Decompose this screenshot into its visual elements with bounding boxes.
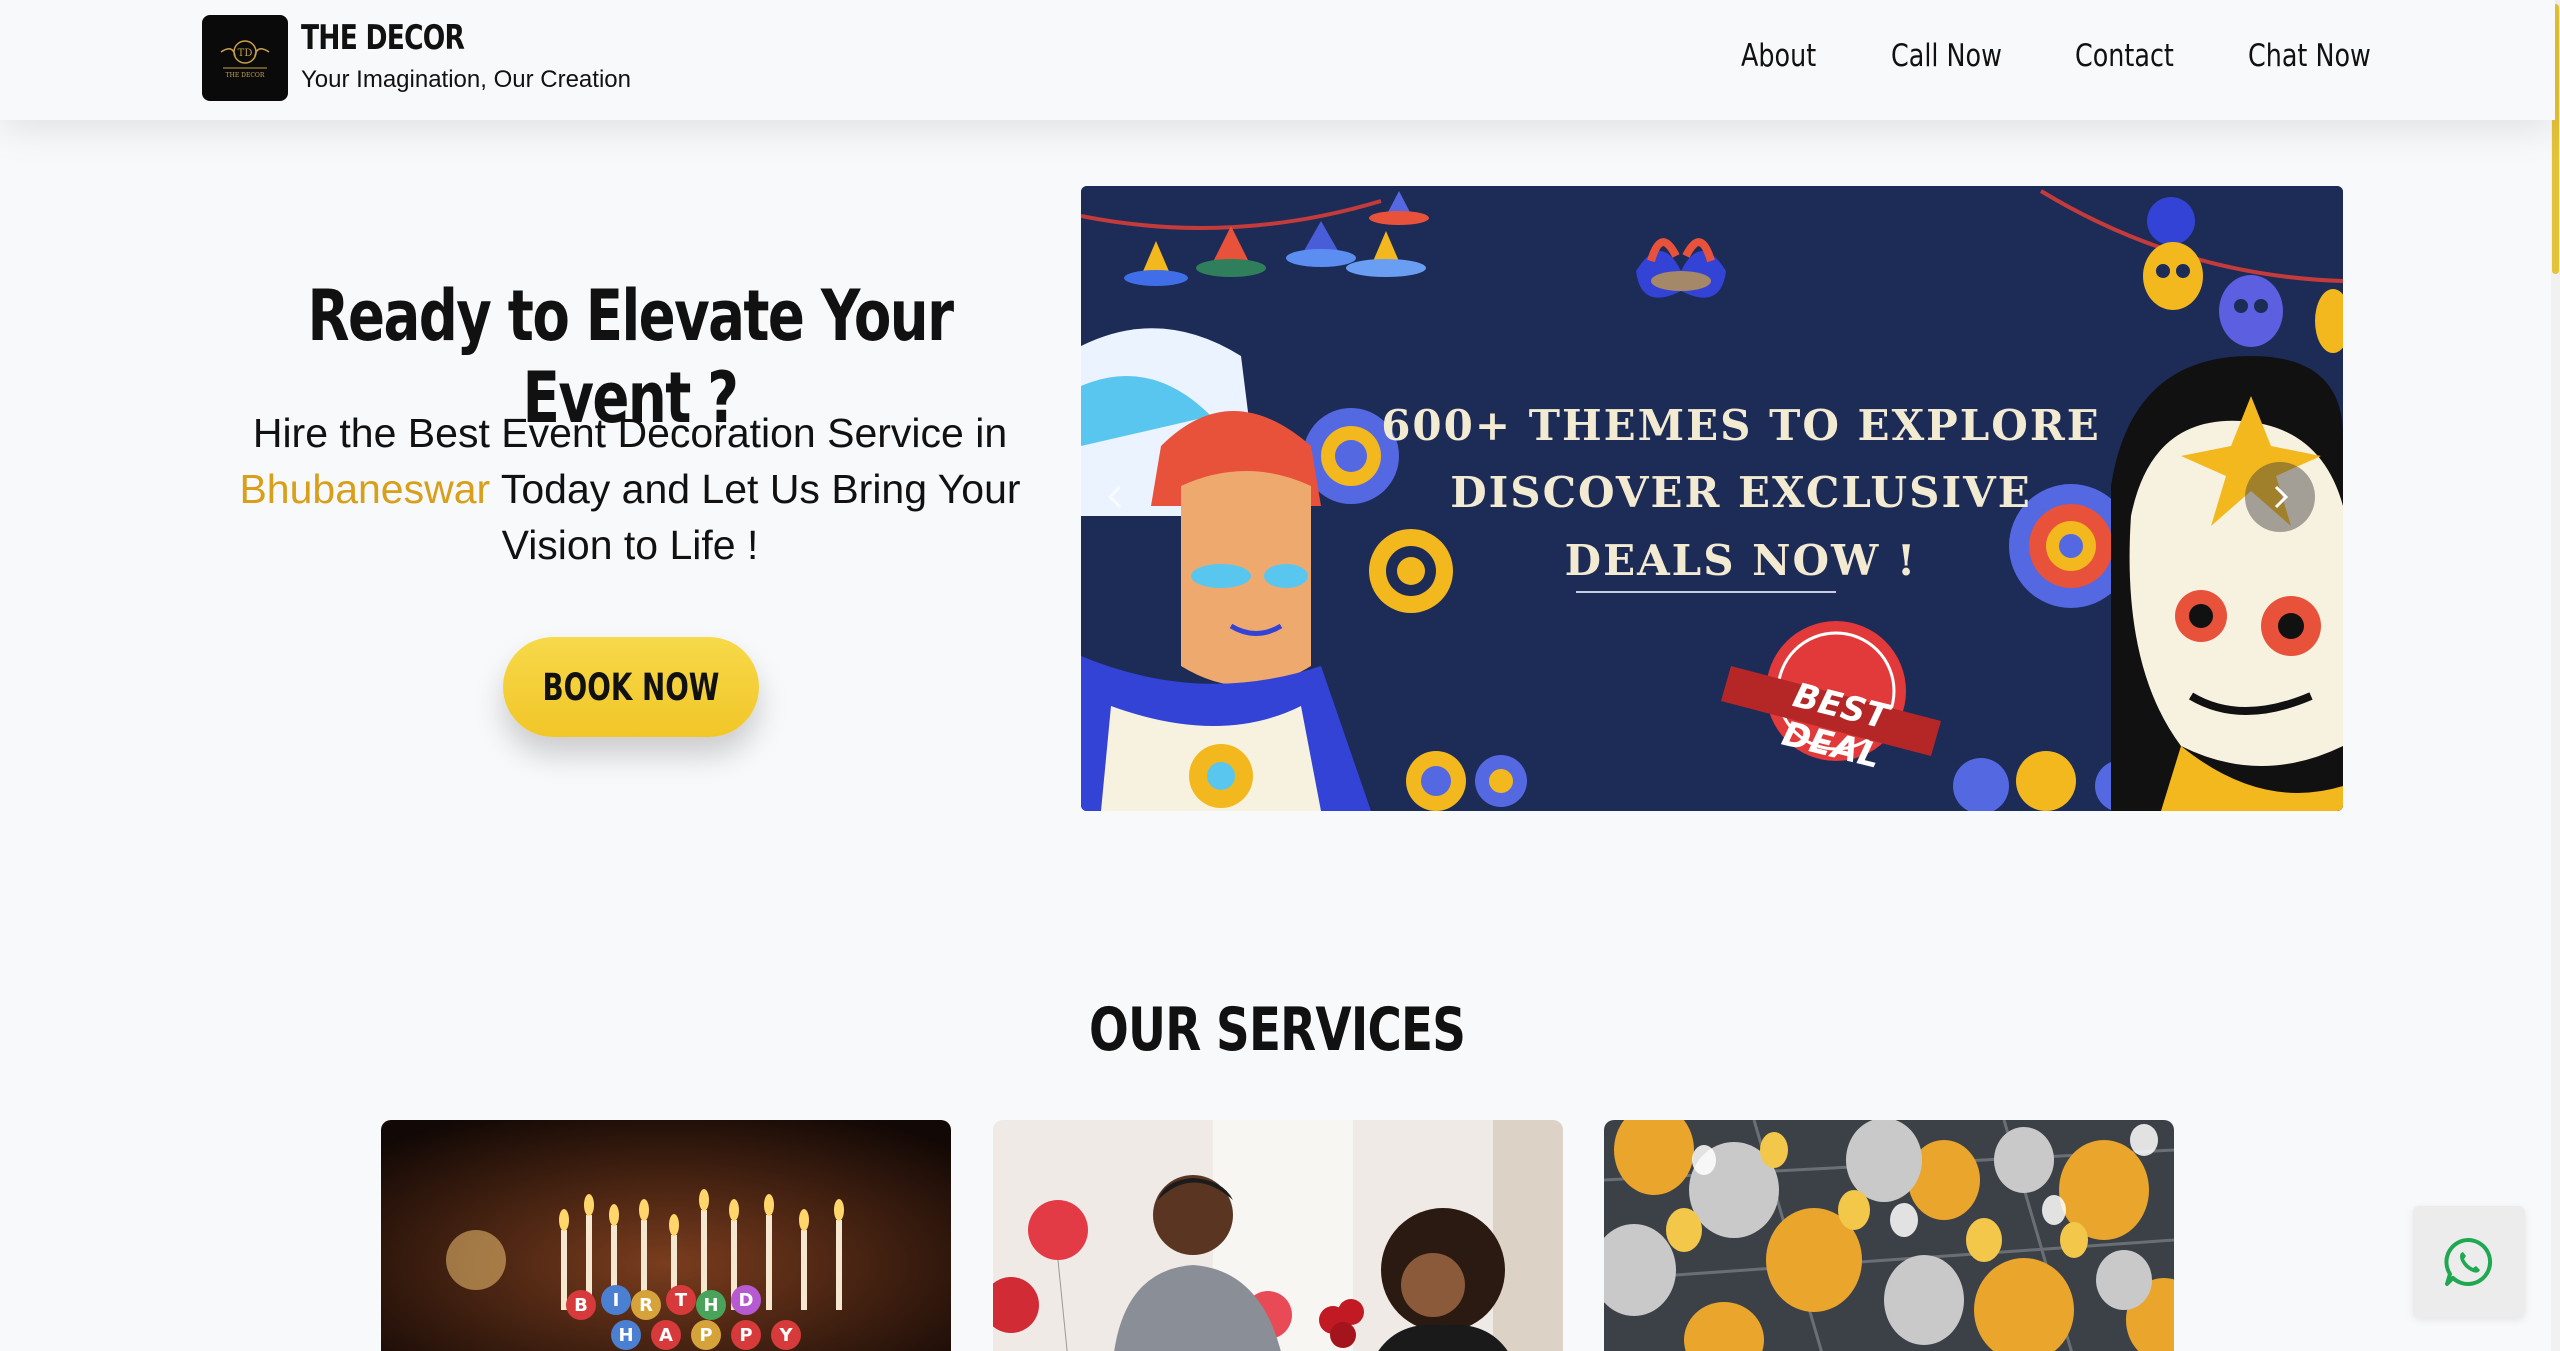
svg-text:D: D bbox=[739, 1290, 754, 1311]
chevron-right-icon bbox=[2274, 485, 2289, 509]
book-now-button[interactable]: BOOK NOW bbox=[503, 637, 759, 737]
birthday-cake-image: B I R T H D H A P P Y bbox=[381, 1120, 951, 1351]
service-card-balloons[interactable] bbox=[1604, 1120, 2174, 1351]
promo-line-3: DEALS NOW ! bbox=[1564, 536, 1918, 585]
page-scrollbar[interactable] bbox=[2551, 0, 2560, 1351]
svg-text:R: R bbox=[639, 1295, 653, 1316]
services-title: OUR SERVICES bbox=[1089, 995, 1466, 1065]
balloon-decor-image bbox=[1604, 1120, 2174, 1351]
carousel-prev-button[interactable] bbox=[1081, 462, 1151, 532]
carousel-next-button[interactable] bbox=[2245, 462, 2315, 532]
svg-text:Y: Y bbox=[778, 1325, 793, 1346]
promo-line-2: DISCOVER EXCLUSIVE bbox=[1450, 468, 2032, 517]
nav-contact[interactable]: Contact bbox=[2075, 38, 2174, 74]
svg-text:H: H bbox=[618, 1325, 633, 1346]
promo-line-1: 600+ THEMES TO EXPLORE bbox=[1381, 401, 2101, 450]
nav-chat-now[interactable]: Chat Now bbox=[2248, 38, 2371, 74]
svg-text:P: P bbox=[699, 1325, 712, 1346]
site-header: TD THE DECOR THE DECOR Your Imagination,… bbox=[0, 0, 2555, 120]
whatsapp-chat-button[interactable] bbox=[2413, 1206, 2525, 1318]
service-card-birthday[interactable]: B I R T H D H A P P Y bbox=[381, 1120, 951, 1351]
whatsapp-icon bbox=[2444, 1237, 2493, 1286]
svg-text:A: A bbox=[659, 1325, 673, 1346]
hero-description: Hire the Best Event Decoration Service i… bbox=[239, 410, 1021, 568]
svg-text:H: H bbox=[703, 1295, 718, 1316]
svg-text:B: B bbox=[574, 1295, 588, 1316]
svg-text:I: I bbox=[613, 1290, 620, 1311]
chevron-left-icon bbox=[1107, 485, 1122, 509]
svg-text:P: P bbox=[739, 1325, 752, 1346]
svg-text:T: T bbox=[675, 1290, 688, 1311]
promo-carousel[interactable]: 600+ THEMES TO EXPLORE DISCOVER EXCLUSIV… bbox=[1081, 186, 2343, 811]
nav-about[interactable]: About bbox=[1741, 38, 1816, 74]
service-card-proposal[interactable] bbox=[993, 1120, 1563, 1351]
nav-call-now[interactable]: Call Now bbox=[1891, 38, 2002, 74]
main-nav: About Call Now Contact Chat Now bbox=[0, 38, 2555, 82]
proposal-image bbox=[993, 1120, 1563, 1351]
hero-city: Bhubaneswar bbox=[239, 466, 491, 512]
